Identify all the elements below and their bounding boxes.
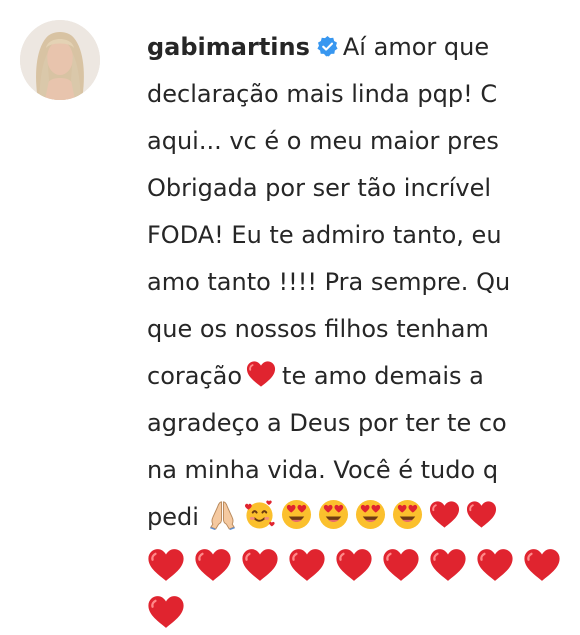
avatar-image — [20, 20, 100, 100]
red-heart-icon — [476, 548, 514, 582]
comment-text-line: amo tanto !!!! Pra sempre. Qu — [147, 268, 511, 296]
red-heart-icon — [147, 548, 185, 582]
red-heart-icon — [466, 499, 497, 530]
red-heart-icon — [147, 595, 185, 629]
comment-body: gabimartins Aí amor que declaração mais l… — [147, 24, 580, 635]
red-heart-icon — [241, 548, 279, 582]
red-heart-icon — [523, 548, 561, 582]
hearts-row — [147, 541, 580, 588]
comment-text-line: na minha vida. Você é tudo q — [147, 456, 499, 484]
red-heart-icon — [382, 548, 420, 582]
heart-eyes-icon — [355, 499, 386, 530]
username-link[interactable]: gabimartins — [147, 33, 310, 61]
comment-text-segment: pedi — [147, 503, 199, 531]
red-heart-icon — [335, 548, 373, 582]
avatar[interactable] — [20, 20, 100, 100]
folded-hands-icon — [207, 499, 238, 530]
comment-line-8: coração te amo demais a — [147, 353, 580, 400]
comment-line-1: gabimartins Aí amor que — [147, 24, 580, 71]
comment-text-line: declaração mais linda pqp! C — [147, 80, 498, 108]
heart-eyes-icon — [318, 499, 349, 530]
comment-line-11: pedi — [147, 494, 580, 541]
red-heart-icon — [429, 548, 467, 582]
smiling-face-with-hearts-icon — [244, 499, 275, 530]
hearts-row — [147, 588, 580, 635]
red-heart-icon — [429, 499, 460, 530]
comment-text-line: Aí amor que — [342, 33, 490, 61]
heart-eyes-icon — [281, 499, 312, 530]
comment-text-segment: coração — [147, 362, 243, 390]
comment-text-line: FODA! Eu te admiro tanto, eu — [147, 221, 502, 249]
comment-text-line: agradeço a Deus por ter te co — [147, 409, 507, 437]
comment-text-line: Obrigada por ser tão incrível — [147, 174, 492, 202]
heart-eyes-icon — [392, 499, 423, 530]
red-heart-icon — [246, 360, 276, 388]
comment-text-line: que os nossos filhos tenham — [147, 315, 489, 343]
red-heart-icon — [194, 548, 232, 582]
comment-text-segment: te amo demais a — [282, 362, 484, 390]
red-heart-icon — [288, 548, 326, 582]
comment-text-line: aqui... vc é o meu maior pres — [147, 127, 499, 155]
verified-badge-icon — [316, 27, 339, 57]
